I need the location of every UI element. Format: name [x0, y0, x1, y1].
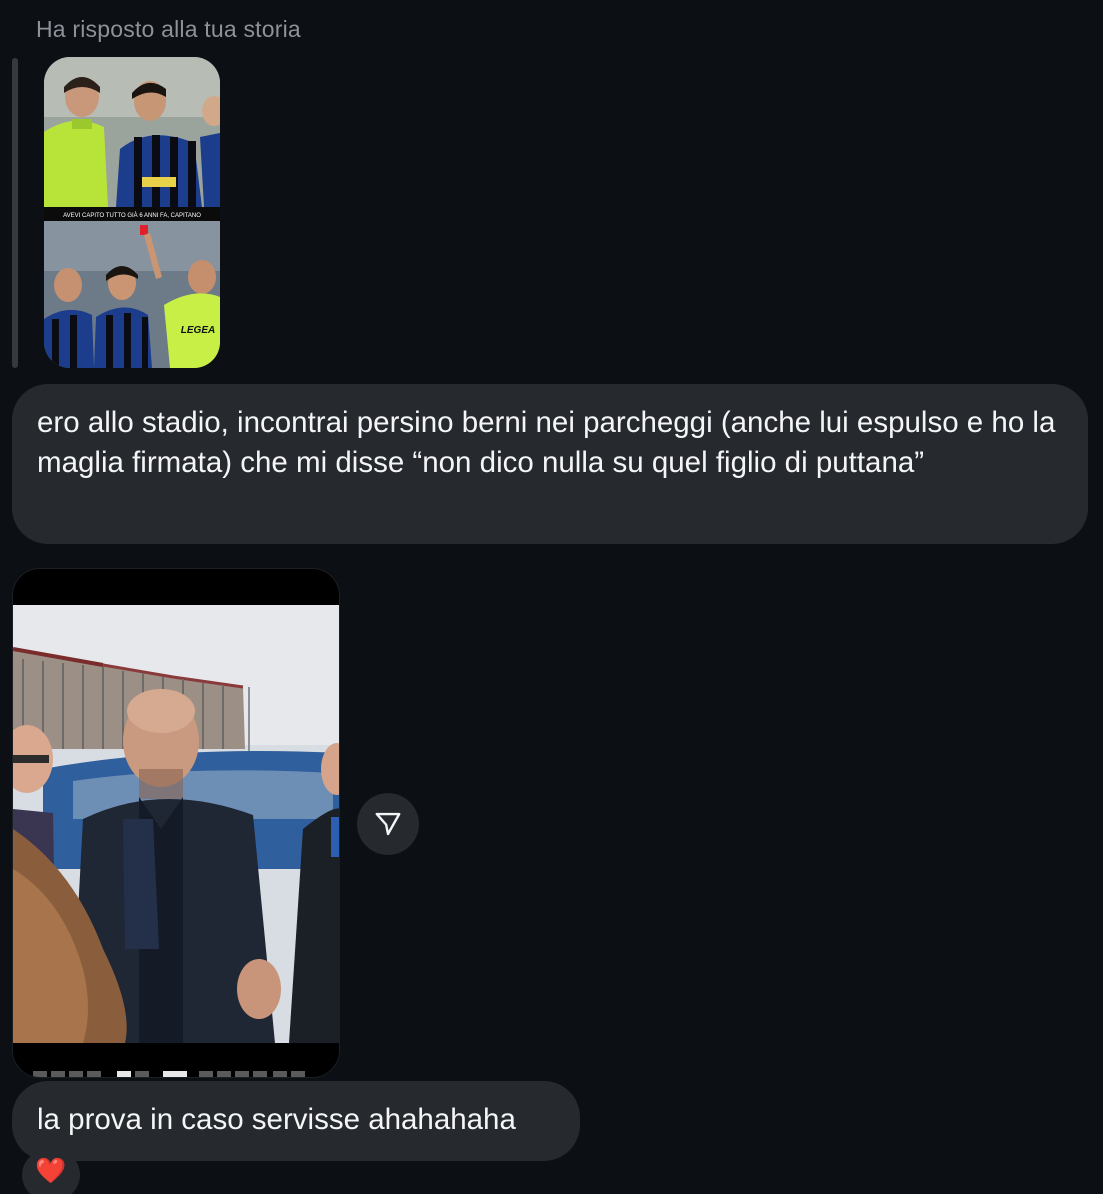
message-text: ero allo stadio, incontrai persino berni…: [37, 406, 1056, 479]
message-text: la prova in caso servisse ahahahaha: [37, 1103, 516, 1136]
message-bubble[interactable]: la prova in caso servisse ahahahaha: [12, 1081, 580, 1161]
reaction-badge[interactable]: ❤️: [22, 1150, 80, 1194]
share-button[interactable]: [357, 793, 419, 855]
message-bubble[interactable]: ero allo stadio, incontrai persino berni…: [12, 384, 1088, 544]
story-reply-label: Ha risposto alla tua storia: [36, 16, 301, 42]
paper-plane-icon: [375, 812, 401, 836]
story-thumbnail[interactable]: AVEVI CAPITO TUTTO GIÀ 6 ANNI FA, CAPITA…: [44, 57, 220, 368]
reply-indicator-bar: [12, 58, 18, 368]
media-image: [13, 569, 339, 1077]
story-sponsor-text: LEGEA: [181, 325, 215, 336]
story-image: AVEVI CAPITO TUTTO GIÀ 6 ANNI FA, CAPITA…: [44, 57, 220, 368]
shared-media[interactable]: [12, 568, 340, 1078]
chat-screen: Ha risposto alla tua storia AVEVI CAPITO…: [0, 0, 1103, 1194]
story-caption: AVEVI CAPITO TUTTO GIÀ 6 ANNI FA, CAPITA…: [63, 212, 201, 219]
heart-icon: ❤️: [35, 1157, 67, 1185]
